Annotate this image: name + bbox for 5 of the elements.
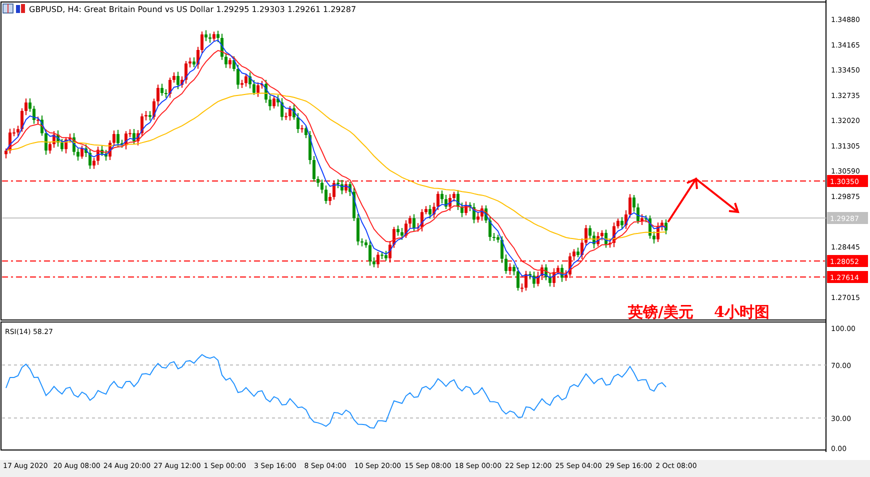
chart-title: GBPUSD, H4: Great Britain Pound vs US Dollar 1.29295 1.29303 1.29261 1.29287 (29, 5, 356, 14)
window-icon (2, 4, 14, 14)
chart-icon (16, 4, 25, 13)
chart-annotation: 英镑/美元 (628, 303, 694, 321)
chart-annotation: 4小时图 (714, 303, 770, 321)
